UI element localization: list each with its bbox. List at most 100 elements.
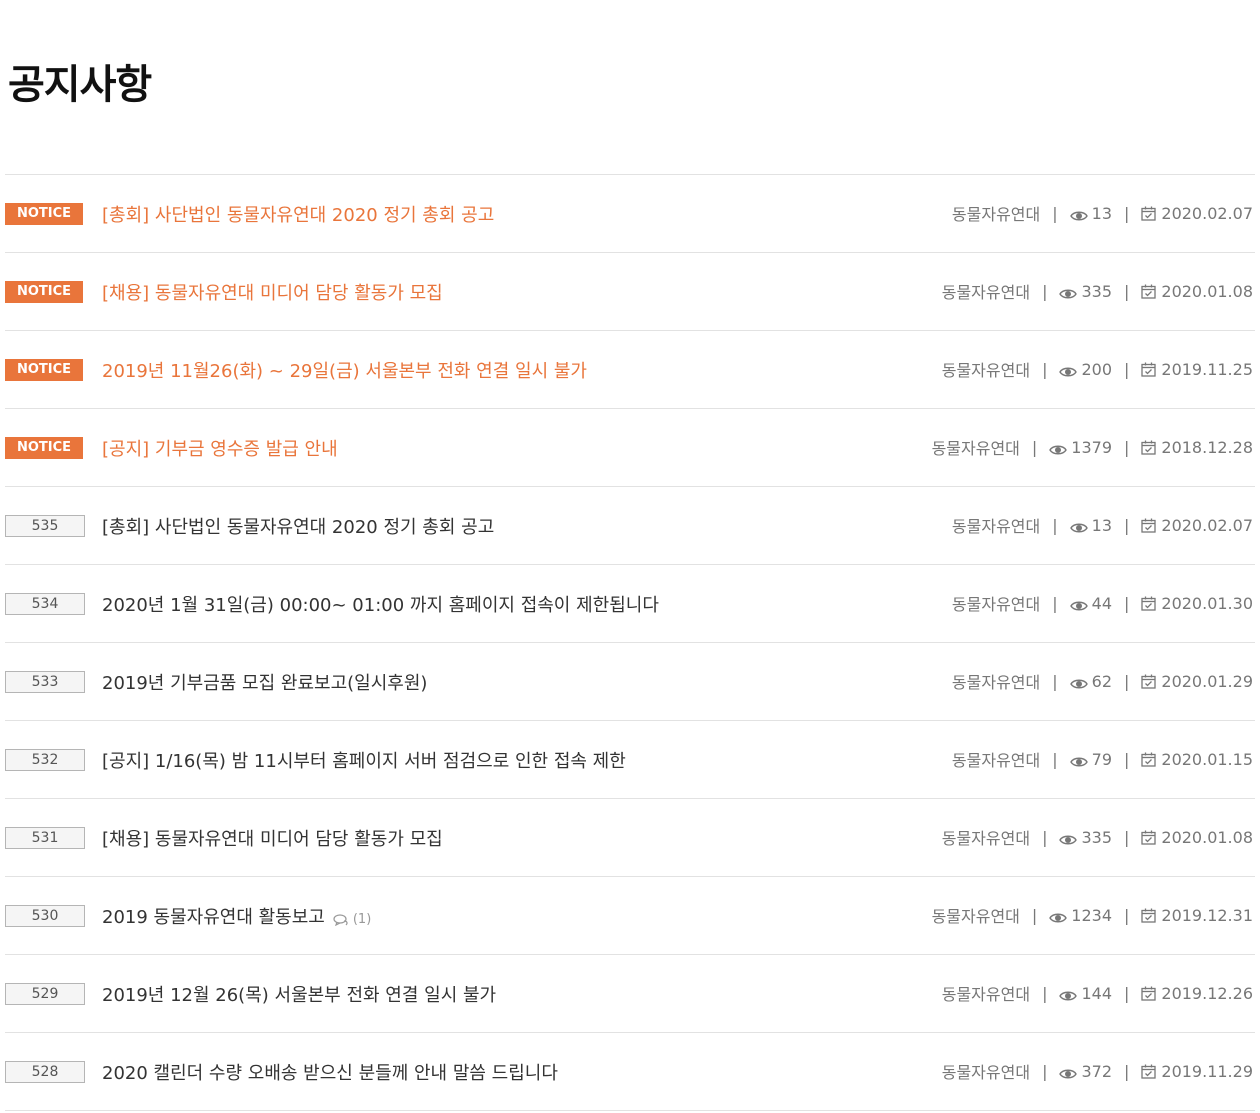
post-number: 528 bbox=[5, 1061, 85, 1083]
post-date: 2018.12.28 bbox=[1161, 437, 1253, 457]
post-title-link[interactable]: [채용] 동물자유연대 미디어 담당 활동가 모집 bbox=[102, 825, 443, 851]
post-meta: 동물자유연대 | 200 | 2019.11.25 bbox=[942, 357, 1253, 381]
post-title-link[interactable]: [공지] 기부금 영수증 발급 안내 bbox=[102, 435, 338, 461]
post-meta: 동물자유연대 | 335 | 2020.01.08 bbox=[942, 825, 1253, 849]
post-author: 동물자유연대 bbox=[951, 595, 1041, 614]
calendar-icon bbox=[1141, 752, 1157, 767]
calendar-icon bbox=[1141, 908, 1157, 923]
post-author: 동물자유연대 bbox=[941, 283, 1031, 302]
divider: | bbox=[1124, 281, 1130, 301]
eye-icon bbox=[1069, 753, 1088, 767]
post-date: 2020.02.07 bbox=[1161, 515, 1253, 535]
comment-count: (1) bbox=[333, 912, 371, 927]
notice-board-page: 공지사항 NOTICE [총회] 사단법인 동물자유연대 2020 정기 총회 … bbox=[0, 0, 1260, 1113]
list-item: 534 2020년 1월 31일(금) 00:00~ 01:00 까지 홈페이지… bbox=[5, 565, 1255, 643]
post-meta: 동물자유연대 | 372 | 2019.11.29 bbox=[942, 1059, 1253, 1083]
post-meta: 동물자유연대 | 79 | 2020.01.15 bbox=[952, 747, 1253, 771]
page-title: 공지사항 bbox=[8, 62, 152, 108]
eye-icon bbox=[1069, 597, 1088, 611]
post-title-link[interactable]: 2020년 1월 31일(금) 00:00~ 01:00 까지 홈페이지 접속이… bbox=[102, 591, 659, 617]
post-title-link[interactable]: [총회] 사단법인 동물자유연대 2020 정기 총회 공고 bbox=[102, 201, 494, 227]
post-number: 531 bbox=[5, 827, 85, 849]
post-number: 535 bbox=[5, 515, 85, 537]
post-number: 529 bbox=[5, 983, 85, 1005]
divider: | bbox=[1042, 827, 1048, 847]
view-count: 44 bbox=[1091, 593, 1112, 613]
post-date: 2020.01.15 bbox=[1161, 749, 1253, 769]
post-author: 동물자유연대 bbox=[941, 361, 1031, 380]
eye-icon bbox=[1069, 675, 1088, 689]
view-count: 372 bbox=[1081, 1061, 1112, 1081]
eye-icon bbox=[1049, 441, 1068, 455]
calendar-icon bbox=[1141, 1064, 1157, 1079]
view-count: 1234 bbox=[1071, 905, 1112, 925]
post-number: 534 bbox=[5, 593, 85, 615]
divider: | bbox=[1124, 671, 1130, 691]
calendar-icon bbox=[1141, 440, 1157, 455]
post-author: 동물자유연대 bbox=[951, 673, 1041, 692]
divider: | bbox=[1124, 203, 1130, 223]
divider: | bbox=[1042, 281, 1048, 301]
post-author: 동물자유연대 bbox=[951, 751, 1041, 770]
post-meta: 동물자유연대 | 335 | 2020.01.08 bbox=[942, 279, 1253, 303]
calendar-icon bbox=[1141, 284, 1157, 299]
eye-icon bbox=[1059, 831, 1078, 845]
view-count: 62 bbox=[1091, 671, 1112, 691]
divider: | bbox=[1124, 437, 1130, 457]
calendar-icon bbox=[1141, 518, 1157, 533]
divider: | bbox=[1124, 749, 1130, 769]
post-title-link[interactable]: [총회] 사단법인 동물자유연대 2020 정기 총회 공고 bbox=[102, 513, 494, 539]
list-item: 531 [채용] 동물자유연대 미디어 담당 활동가 모집 동물자유연대 | 3… bbox=[5, 799, 1255, 877]
post-title-link[interactable]: 2019 동물자유연대 활동보고 (1) bbox=[102, 903, 371, 929]
post-meta: 동물자유연대 | 13 | 2020.02.07 bbox=[952, 201, 1253, 225]
divider: | bbox=[1124, 905, 1130, 925]
list-item: 532 [공지] 1/16(목) 밤 11시부터 홈페이지 서버 점검으로 인한… bbox=[5, 721, 1255, 799]
post-meta: 동물자유연대 | 44 | 2020.01.30 bbox=[952, 591, 1253, 615]
post-author: 동물자유연대 bbox=[941, 829, 1031, 848]
divider: | bbox=[1124, 359, 1130, 379]
divider: | bbox=[1052, 671, 1058, 691]
calendar-icon bbox=[1141, 674, 1157, 689]
post-date: 2020.01.08 bbox=[1161, 281, 1253, 301]
list-item: 528 2020 캘린더 수량 오배송 받으신 분들께 안내 말씀 드립니다 동… bbox=[5, 1033, 1255, 1111]
post-author: 동물자유연대 bbox=[951, 517, 1041, 536]
post-title-link[interactable]: 2019년 12월 26(목) 서울본부 전화 연결 일시 불가 bbox=[102, 981, 496, 1007]
post-title-link[interactable]: [채용] 동물자유연대 미디어 담당 활동가 모집 bbox=[102, 279, 443, 305]
view-count: 13 bbox=[1091, 203, 1112, 223]
divider: | bbox=[1052, 593, 1058, 613]
list-item: NOTICE [공지] 기부금 영수증 발급 안내 동물자유연대 | 1379 … bbox=[5, 409, 1255, 487]
view-count: 144 bbox=[1081, 983, 1112, 1003]
divider: | bbox=[1124, 827, 1130, 847]
view-count: 1379 bbox=[1071, 437, 1112, 457]
divider: | bbox=[1031, 437, 1038, 457]
post-number: 532 bbox=[5, 749, 85, 771]
eye-icon bbox=[1059, 1065, 1078, 1079]
list-item: 529 2019년 12월 26(목) 서울본부 전화 연결 일시 불가 동물자… bbox=[5, 955, 1255, 1033]
list-item: NOTICE [채용] 동물자유연대 미디어 담당 활동가 모집 동물자유연대 … bbox=[5, 253, 1255, 331]
divider: | bbox=[1052, 203, 1058, 223]
view-count: 335 bbox=[1081, 281, 1112, 301]
post-title-link[interactable]: [공지] 1/16(목) 밤 11시부터 홈페이지 서버 점검으로 인한 접속 … bbox=[102, 747, 626, 773]
calendar-icon bbox=[1141, 362, 1157, 377]
eye-icon bbox=[1059, 285, 1078, 299]
post-author: 동물자유연대 bbox=[941, 985, 1031, 1004]
divider: | bbox=[1124, 515, 1130, 535]
calendar-icon bbox=[1141, 596, 1157, 611]
post-date: 2020.01.30 bbox=[1161, 593, 1253, 613]
post-meta: 동물자유연대 | 144 | 2019.12.26 bbox=[942, 981, 1253, 1005]
divider: | bbox=[1124, 1061, 1130, 1081]
divider: | bbox=[1052, 749, 1058, 769]
post-title-link[interactable]: 2019년 기부금품 모집 완료보고(일시후원) bbox=[102, 669, 427, 695]
comment-bubble-icon bbox=[333, 913, 349, 926]
divider: | bbox=[1124, 983, 1130, 1003]
list-item: 530 2019 동물자유연대 활동보고 (1) 동물자유연대 | 1234 | … bbox=[5, 877, 1255, 955]
post-title-link[interactable]: 2019년 11월26(화) ~ 29일(금) 서울본부 전화 연결 일시 불가 bbox=[102, 357, 587, 383]
calendar-icon bbox=[1141, 830, 1157, 845]
post-author: 동물자유연대 bbox=[941, 1063, 1031, 1082]
notice-badge: NOTICE bbox=[5, 203, 83, 225]
post-meta: 동물자유연대 | 62 | 2020.01.29 bbox=[952, 669, 1253, 693]
view-count: 13 bbox=[1091, 515, 1112, 535]
notice-badge: NOTICE bbox=[5, 281, 83, 303]
notice-badge: NOTICE bbox=[5, 359, 83, 381]
post-title-link[interactable]: 2020 캘린더 수량 오배송 받으신 분들께 안내 말씀 드립니다 bbox=[102, 1059, 558, 1085]
